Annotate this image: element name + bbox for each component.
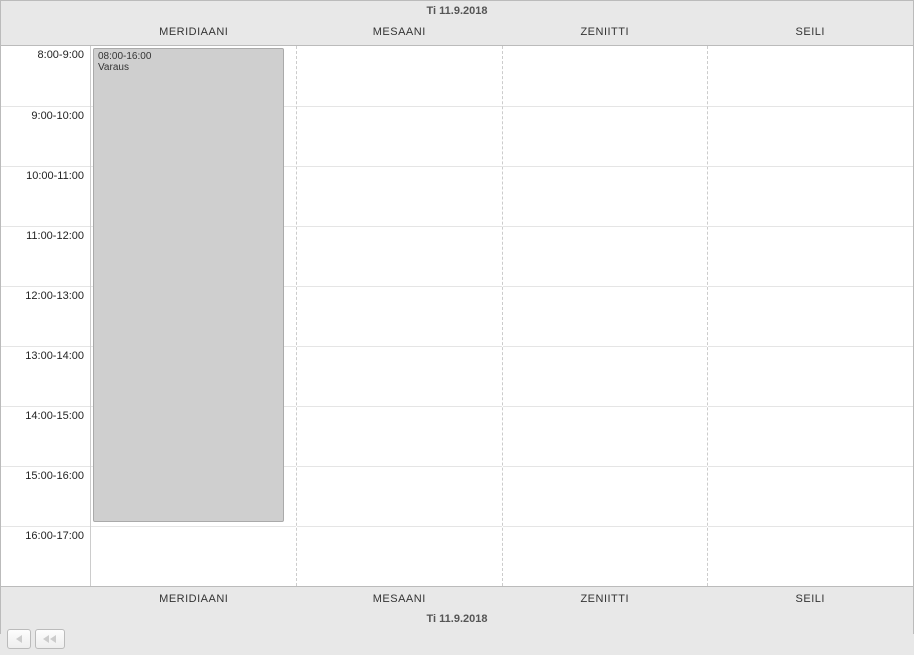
nav-buttons	[1, 625, 913, 655]
hour-line	[297, 466, 502, 467]
time-slot-label: 15:00-16:00	[1, 466, 90, 526]
calendar-header: Ti 11.9.2018 MERIDIAANI MESAANI ZENIITTI…	[1, 1, 913, 46]
double-triangle-left-icon	[42, 634, 58, 644]
hour-line	[503, 106, 708, 107]
hour-line	[708, 526, 913, 527]
resource-column[interactable]: 08:00-16:00Varaus	[91, 46, 297, 586]
calendar-grid: 8:00-9:009:00-10:0010:00-11:0011:00-12:0…	[1, 46, 913, 586]
hour-line	[297, 166, 502, 167]
hour-line	[297, 526, 502, 527]
resource-column[interactable]	[708, 46, 913, 586]
hour-line	[708, 346, 913, 347]
hour-line	[297, 106, 502, 107]
prev-fast-button[interactable]	[35, 629, 65, 649]
hour-line	[503, 526, 708, 527]
time-slot-label: 14:00-15:00	[1, 406, 90, 466]
time-slot-label: 9:00-10:00	[1, 106, 90, 166]
hour-line	[708, 226, 913, 227]
event-title: Varaus	[98, 62, 279, 73]
resource-footer: SEILI	[708, 593, 914, 605]
hour-line	[708, 166, 913, 167]
calendar-footer: MERIDIAANI MESAANI ZENIITTI SEILI Ti 11.…	[1, 586, 913, 655]
footer-columns: MERIDIAANI MESAANI ZENIITTI SEILI	[1, 587, 913, 611]
hour-line	[91, 526, 296, 527]
calendar-day-view: Ti 11.9.2018 MERIDIAANI MESAANI ZENIITTI…	[0, 0, 914, 634]
resource-footer: MERIDIAANI	[91, 593, 297, 605]
hour-line	[503, 166, 708, 167]
hour-line	[708, 286, 913, 287]
header-columns: MERIDIAANI MESAANI ZENIITTI SEILI	[1, 19, 913, 45]
hour-line	[503, 226, 708, 227]
event-time: 08:00-16:00	[98, 51, 279, 62]
prev-button[interactable]	[7, 629, 31, 649]
hour-line	[503, 466, 708, 467]
time-slot-label: 16:00-17:00	[1, 526, 90, 586]
hour-line	[708, 466, 913, 467]
hour-line	[297, 226, 502, 227]
resource-header: MERIDIAANI	[91, 26, 297, 38]
hour-line	[503, 406, 708, 407]
hour-line	[503, 286, 708, 287]
resource-column[interactable]	[503, 46, 709, 586]
resource-footer: ZENIITTI	[502, 593, 708, 605]
hour-line	[297, 406, 502, 407]
triangle-left-icon	[14, 634, 24, 644]
header-date: Ti 11.9.2018	[1, 1, 913, 19]
time-slot-label: 12:00-13:00	[1, 286, 90, 346]
hour-line	[297, 286, 502, 287]
resource-columns: 08:00-16:00Varaus	[91, 46, 913, 586]
hour-line	[708, 406, 913, 407]
resource-footer: MESAANI	[297, 593, 503, 605]
time-slot-label: 11:00-12:00	[1, 226, 90, 286]
resource-header: MESAANI	[297, 26, 503, 38]
hour-line	[503, 346, 708, 347]
resource-header: ZENIITTI	[502, 26, 708, 38]
hour-line	[708, 106, 913, 107]
resource-column[interactable]	[297, 46, 503, 586]
footer-date: Ti 11.9.2018	[1, 611, 913, 625]
time-gutter: 8:00-9:009:00-10:0010:00-11:0011:00-12:0…	[1, 46, 91, 586]
time-slot-label: 10:00-11:00	[1, 166, 90, 226]
time-slot-label: 13:00-14:00	[1, 346, 90, 406]
calendar-event[interactable]: 08:00-16:00Varaus	[93, 48, 284, 522]
hour-line	[297, 346, 502, 347]
resource-header: SEILI	[708, 26, 914, 38]
time-slot-label: 8:00-9:00	[1, 46, 90, 106]
